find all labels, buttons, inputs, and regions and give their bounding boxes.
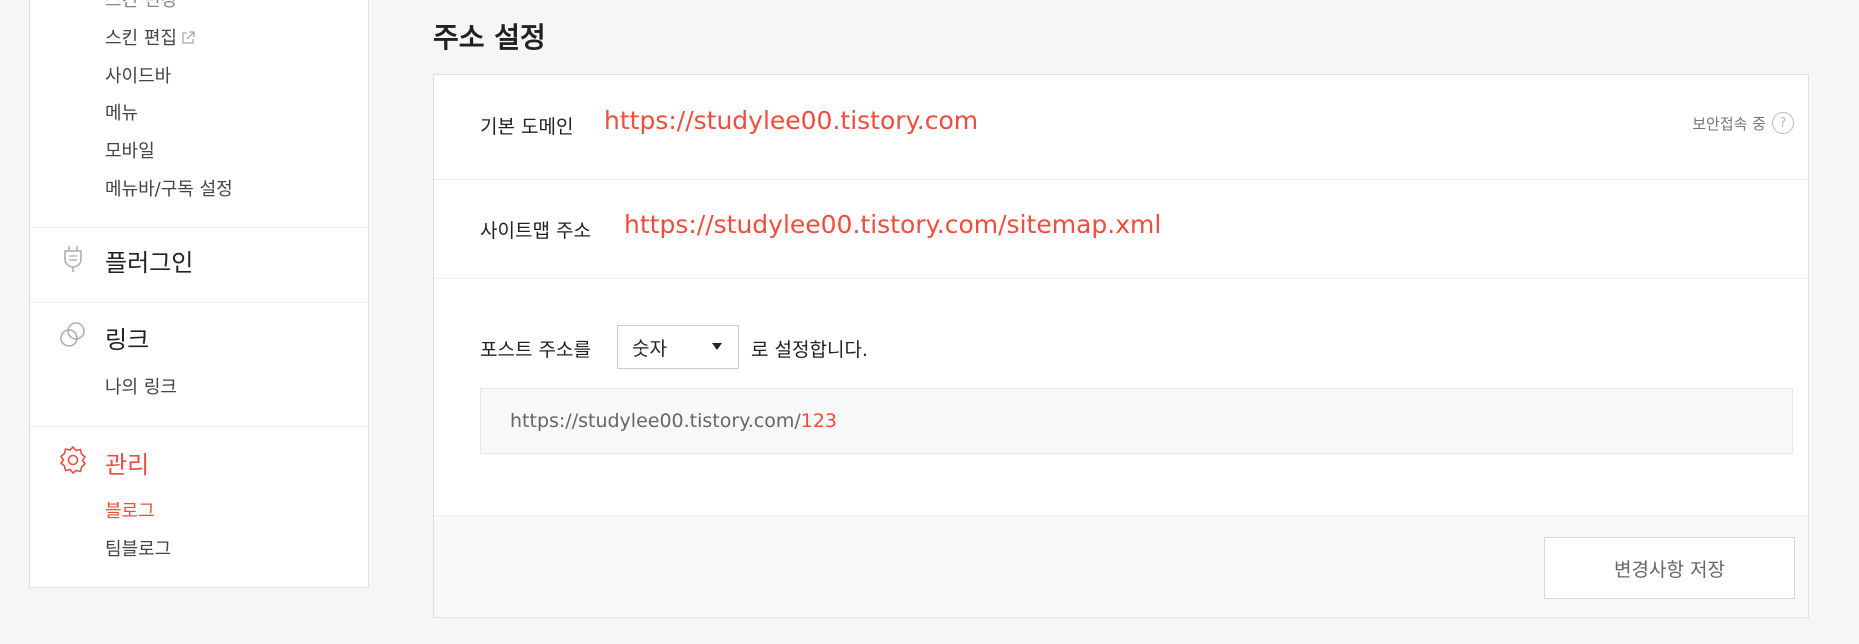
sidebar-group-link[interactable]: 링크 (105, 320, 149, 355)
link-icon (60, 322, 85, 347)
divider (30, 302, 368, 303)
sidebar-item-mobile[interactable]: 모바일 (105, 137, 155, 163)
post-address-suffix: 로 설정합니다. (751, 339, 868, 361)
sitemap-label: 사이트맵 주소 (480, 220, 591, 242)
sidebar-item-label: 스킨 편집 (105, 28, 177, 49)
plug-icon (64, 246, 82, 272)
sidebar: 스킨 변경 스킨 편집 사이드바 메뉴 모바일 메뉴바/구독 설정 플러그인 링… (29, 0, 369, 588)
divider (30, 227, 368, 228)
post-address-select-value: 숫자 (632, 337, 667, 360)
caret-down-icon (712, 343, 722, 350)
post-address-preview: https://studylee00.tistory.com/123 (480, 388, 1793, 454)
secure-status-label: 보안접속 중 (1692, 114, 1766, 133)
preview-post-number: 123 (800, 410, 838, 432)
default-domain-value[interactable]: https://studylee00.tistory.com (604, 106, 978, 135)
default-domain-row: 기본 도메인 https://studylee00.tistory.com 보안… (434, 75, 1808, 180)
sidebar-item-menubar-subscribe[interactable]: 메뉴바/구독 설정 (105, 175, 233, 201)
sidebar-item-skin-change[interactable]: 스킨 변경 (105, 0, 177, 12)
address-settings-card: 기본 도메인 https://studylee00.tistory.com 보안… (433, 74, 1809, 618)
post-address-prefix: 포스트 주소를 (480, 339, 591, 361)
sidebar-group-plugin[interactable]: 플러그인 (105, 243, 193, 278)
sidebar-item-menu[interactable]: 메뉴 (105, 99, 138, 125)
card-footer: 변경사항 저장 (434, 515, 1808, 617)
sitemap-value[interactable]: https://studylee00.tistory.com/sitemap.x… (624, 210, 1161, 239)
default-domain-label: 기본 도메인 (480, 116, 574, 138)
page-title: 주소 설정 (433, 21, 546, 54)
sidebar-item-sidebar[interactable]: 사이드바 (105, 62, 171, 88)
help-icon[interactable]: ? (1772, 112, 1794, 134)
divider (30, 426, 368, 427)
sidebar-item-team-blog[interactable]: 팀블로그 (105, 535, 171, 561)
preview-base-url: https://studylee00.tistory.com/ (510, 410, 801, 432)
save-changes-button[interactable]: 변경사항 저장 (1544, 537, 1795, 599)
secure-status: 보안접속 중 ? (1692, 112, 1794, 134)
sidebar-group-manage[interactable]: 관리 (105, 445, 149, 480)
sidebar-item-skin-edit[interactable]: 스킨 편집 (105, 24, 195, 50)
sidebar-item-my-link[interactable]: 나의 링크 (105, 373, 177, 399)
gear-icon (60, 446, 86, 474)
external-link-icon (182, 30, 195, 44)
sidebar-item-blog[interactable]: 블로그 (105, 497, 155, 523)
sitemap-row: 사이트맵 주소 https://studylee00.tistory.com/s… (434, 180, 1808, 279)
post-address-select[interactable]: 숫자 (617, 325, 739, 369)
